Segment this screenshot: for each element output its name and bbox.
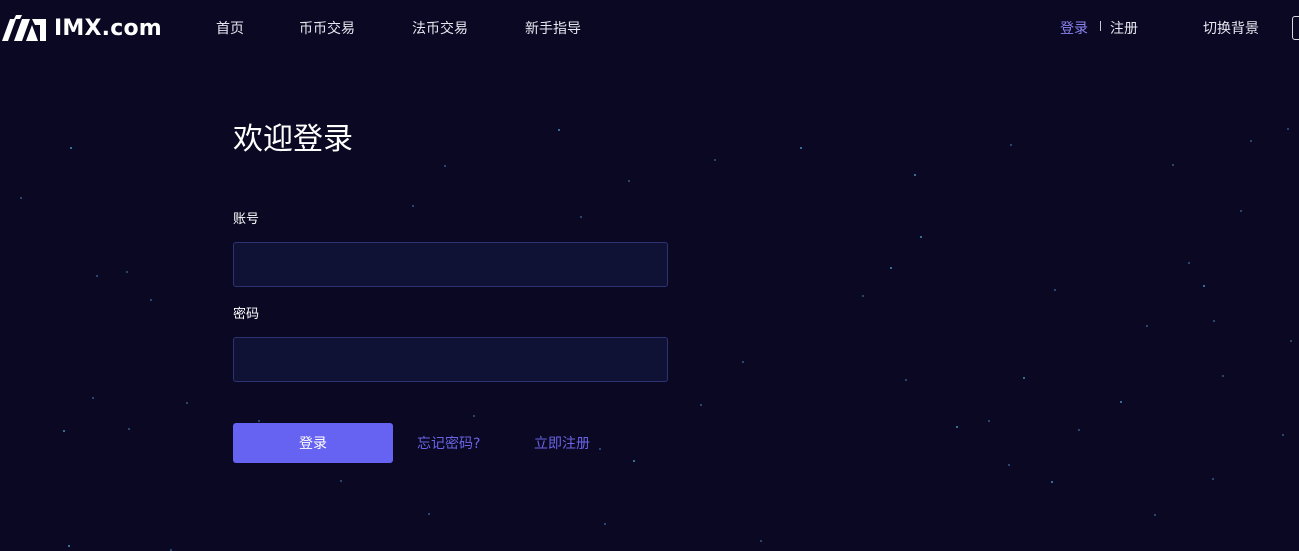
star-dot [1172,164,1174,166]
star-dot [1146,325,1148,327]
language-toggle-button[interactable] [1292,16,1299,40]
star-dot [1154,514,1156,516]
imx-logo-icon [2,15,46,41]
star-dot [599,448,601,450]
brand-name: IMX.com [54,15,162,41]
star-dot [1023,377,1025,379]
star-dot [70,147,72,149]
password-label: 密码 [233,307,260,322]
star-dot [1120,401,1122,403]
star-dot [1250,140,1252,142]
star-dot [1008,464,1010,466]
star-dot [905,379,907,381]
star-dot [258,420,260,422]
star-dot [96,275,98,277]
star-dot [742,361,744,363]
star-dot [988,420,990,422]
star-dot [956,426,958,428]
star-dot [1051,481,1053,483]
nav-register-link[interactable]: 注册 [1110,18,1138,38]
star-dot [412,205,414,207]
star-dot [558,129,560,131]
star-dot [20,197,22,199]
brand-logo[interactable]: IMX.com [2,14,162,42]
star-dot [1078,429,1080,431]
star-dot [604,523,606,525]
star-dot [914,174,916,176]
star-dot [1213,320,1215,322]
nav-login-link[interactable]: 登录 [1060,18,1088,38]
top-navigation-bar: IMX.com 首页 币币交易 法币交易 新手指导 登录 注册 切换背景 [0,0,1299,56]
star-dot [150,299,152,301]
star-dot [633,460,635,462]
password-input[interactable] [233,337,668,382]
star-dot [1054,289,1056,291]
switch-background-button[interactable]: 切换背景 [1203,18,1259,38]
star-dot [800,147,802,149]
login-submit-button[interactable]: 登录 [233,423,393,463]
register-now-link[interactable]: 立即注册 [534,433,590,453]
star-dot [126,271,128,273]
star-dot [1282,434,1284,436]
star-dot [1010,144,1012,146]
forgot-password-link[interactable]: 忘记密码? [417,433,480,453]
star-dot [340,480,342,482]
star-dot [862,295,864,297]
page-title: 欢迎登录 [233,122,353,157]
star-dot [580,216,582,218]
account-label: 账号 [233,212,260,227]
star-dot [700,404,702,406]
star-dot [1212,478,1214,480]
star-dot [1188,262,1190,264]
star-dot [1203,285,1205,287]
star-dot [186,402,188,404]
star-dot [890,267,892,269]
star-dot [444,165,446,167]
nav-item-fiat-trading[interactable]: 法币交易 [412,18,468,38]
star-dot [473,415,475,417]
nav-item-beginner-guide[interactable]: 新手指导 [525,18,581,38]
star-dot [428,513,430,515]
star-dot [1290,340,1292,342]
star-dot [1222,375,1224,377]
star-dot [714,159,716,161]
nav-item-coin-trading[interactable]: 币币交易 [299,18,355,38]
star-dot [1240,210,1242,212]
star-dot [1287,128,1289,130]
star-dot [68,545,70,547]
star-dot [92,397,94,399]
nav-item-home[interactable]: 首页 [216,18,244,38]
nav-divider [1100,21,1101,31]
star-dot [63,430,65,432]
star-dot [128,428,130,430]
account-input[interactable] [233,242,668,287]
star-dot [628,180,630,182]
star-dot [760,540,762,542]
star-dot [920,236,922,238]
